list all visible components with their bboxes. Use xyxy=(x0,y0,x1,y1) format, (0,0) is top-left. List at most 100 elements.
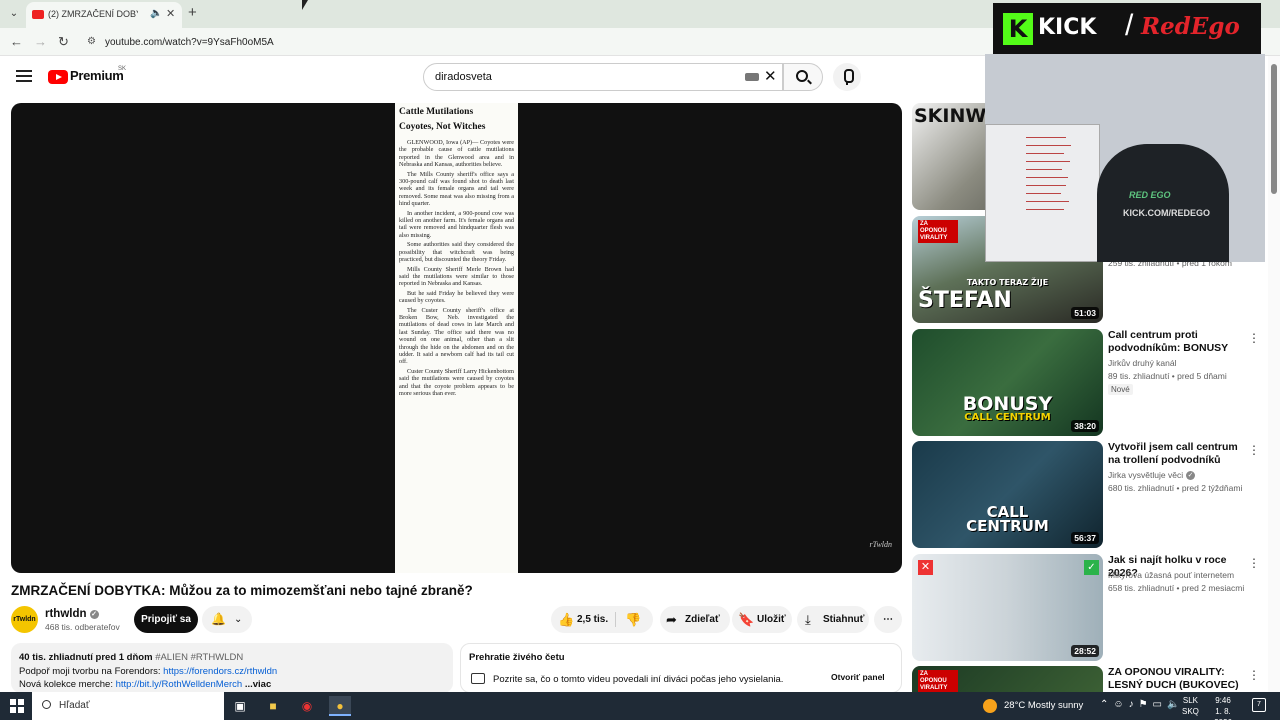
more-actions-button[interactable]: ⋯ xyxy=(874,606,902,633)
duration-badge: 28:52 xyxy=(1071,645,1099,657)
search-value[interactable]: diradosveta xyxy=(435,71,492,83)
more-vert-icon[interactable]: ⋮ xyxy=(1248,556,1260,570)
channel-name[interactable]: rthwldn ✓ xyxy=(45,608,99,620)
verified-icon: ✓ xyxy=(1186,471,1196,480)
side-channel[interactable]: Jirkův druhý kanál xyxy=(1108,358,1177,368)
live-chat-replay: Prehratie živého četu Pozrite sa, čo o t… xyxy=(460,643,902,693)
brand-label[interactable]: Premium xyxy=(70,68,124,83)
forward-arrow-icon[interactable]: → xyxy=(34,34,47,49)
merch-link[interactable]: http://bit.ly/RothWelldenMerch xyxy=(116,679,243,690)
chat-title: Prehratie živého četu xyxy=(469,652,565,663)
thumbs-up-icon[interactable]: 👍 xyxy=(558,606,574,633)
voice-search-button[interactable] xyxy=(833,63,861,91)
forendors-link[interactable]: https://forendors.cz/rthwldn xyxy=(163,666,277,677)
language-indicator[interactable]: SLK SKQ xyxy=(1182,695,1199,717)
search-input[interactable]: diradosveta ✕ xyxy=(423,63,783,91)
sidebar-thumbnail[interactable]: CALL CENTRUM 56:37 xyxy=(912,441,1103,548)
hashtags[interactable]: #ALIEN #RTHWLDN xyxy=(155,652,243,663)
task-view-icon[interactable]: ▣ xyxy=(229,696,251,716)
youtube-logo-icon[interactable] xyxy=(48,70,68,84)
bell-icon: 🔔 xyxy=(211,612,226,626)
clipping-subheadline: Coyotes, Not Witches xyxy=(399,122,486,132)
clipping-paragraph: Mills County Sheriff Merle Brown had sai… xyxy=(399,265,514,288)
description-box[interactable]: 40 tis. zhliadnutí pred 1 dňom #ALIEN #R… xyxy=(11,643,453,693)
taskbar: Hľadať ▣ ■ ◉ ● 28°C Mostly sunny ⌃☺♪⚑▭🔈 … xyxy=(0,692,1280,727)
desc-line-2: Nová kolekce merche: xyxy=(19,679,116,690)
weather-text[interactable]: 28°C Mostly sunny xyxy=(1004,700,1083,711)
chair-logo: RED EGO KICK.COM/REDEGO xyxy=(1119,186,1211,226)
like-count[interactable]: 2,5 tis. xyxy=(577,606,608,633)
duration-badge: 56:37 xyxy=(1071,532,1099,544)
like-dislike-group: 👍 2,5 tis. 👎 xyxy=(551,606,653,633)
site-info-icon[interactable]: ⚙ xyxy=(87,36,96,47)
side-title[interactable]: Call centrum proti podvodníkům: BONUSY xyxy=(1108,329,1243,355)
sidebar-thumbnail[interactable]: BONUSY CALL CENTRUM 38:20 xyxy=(912,329,1103,436)
obs-icon[interactable]: ◉ xyxy=(296,696,318,716)
banner-slash: / xyxy=(1125,9,1134,42)
chat-bubble-icon xyxy=(471,673,485,684)
sidebar-thumbnail[interactable]: ZA OPONOU VIRALITY xyxy=(912,666,1103,692)
duration-badge: 51:03 xyxy=(1071,307,1099,319)
search-button[interactable] xyxy=(783,63,823,91)
url-field[interactable]: youtube.com/watch?v=9YsaFh0oM5A xyxy=(105,37,274,48)
notification-icon[interactable]: 7 xyxy=(1252,698,1266,712)
side-channel[interactable]: Jirka vysvětluje věci ✓ xyxy=(1108,470,1196,480)
system-tray-icons[interactable]: ⌃☺♪⚑▭🔈 xyxy=(1100,699,1184,710)
newspaper-clipping: Cattle Mutilations Coyotes, Not Witches … xyxy=(395,103,518,573)
view-count-date: 40 tis. zhliadnutí pred 1 dňom xyxy=(19,652,153,663)
duration-badge: 38:20 xyxy=(1071,420,1099,432)
notifications-button[interactable]: 🔔 ⌄ xyxy=(202,606,252,633)
taskbar-search-placeholder: Hľadať xyxy=(59,700,90,711)
side-channel[interactable]: Mikýřova úžasná pouť internetem xyxy=(1108,570,1234,580)
close-tab-icon[interactable]: ✕ xyxy=(166,7,175,20)
new-tab-button[interactable]: + xyxy=(188,4,197,21)
clipping-paragraph: In another incident, a 900-pound cow was… xyxy=(399,209,514,239)
kick-wordmark: KICK xyxy=(1038,15,1097,40)
thumb-sub-text: TAKTO TERAZ ŽIJE xyxy=(966,278,1049,287)
more-vert-icon[interactable]: ⋮ xyxy=(1248,443,1260,457)
clear-search-icon[interactable]: ✕ xyxy=(764,67,777,85)
scrollbar-thumb[interactable] xyxy=(1271,64,1277,194)
save-button[interactable]: 🔖 Uložiť xyxy=(732,606,792,633)
taskbar-clock[interactable]: 9:46 1. 8. 2026 xyxy=(1206,695,1240,728)
clock-date: 1. 8. 2026 xyxy=(1214,707,1232,727)
open-panel-button[interactable]: Otvoriť panel xyxy=(831,672,885,682)
download-button[interactable]: ⤓ Stiahnuť xyxy=(797,606,869,633)
search-icon xyxy=(42,700,51,709)
tab-search-chevron-icon[interactable]: ⌄ xyxy=(6,6,22,22)
share-label: Zdieľať xyxy=(685,614,720,625)
video-player[interactable]: Cattle Mutilations Coyotes, Not Witches … xyxy=(11,103,902,573)
menu-icon[interactable] xyxy=(16,70,32,82)
back-arrow-icon[interactable]: ← xyxy=(10,34,23,49)
bookmark-icon: 🔖 xyxy=(738,612,755,627)
reload-icon[interactable]: ↻ xyxy=(58,34,69,50)
player-watermark: rTwldn xyxy=(869,540,892,549)
side-title[interactable]: ZA OPONOU VIRALITY: LESNÝ DUCH (BUKOVEC) xyxy=(1108,666,1243,692)
show-more-link[interactable]: ...viac xyxy=(245,679,271,690)
speaker-icon[interactable]: 🔈 xyxy=(150,8,162,19)
thumbs-down-icon[interactable]: 👎 xyxy=(625,606,641,633)
windows-start-icon[interactable] xyxy=(10,699,24,713)
page-scrollbar[interactable] xyxy=(1268,56,1280,692)
clipping-paragraph: Some authorities said they considered th… xyxy=(399,241,514,264)
search-icon xyxy=(796,70,808,82)
whiteboard xyxy=(985,124,1100,262)
join-button[interactable]: Pripojiť sa xyxy=(134,606,198,633)
more-vert-icon[interactable]: ⋮ xyxy=(1248,331,1260,345)
channel-avatar[interactable]: rTwldn xyxy=(11,606,38,633)
taskbar-search[interactable]: Hľadať xyxy=(32,692,224,720)
sidebar-thumbnail[interactable]: ✕ ✓ 28:52 xyxy=(912,554,1103,661)
channel-name-label[interactable]: rthwldn xyxy=(45,608,87,620)
clock-time: 9:46 xyxy=(1215,696,1231,705)
chair-url: KICK.COM/REDEGO xyxy=(1123,208,1211,218)
mouse-cursor-icon xyxy=(302,0,308,10)
keyboard-icon[interactable] xyxy=(745,73,759,81)
side-channel-label[interactable]: Jirka vysvětluje věci xyxy=(1108,470,1183,480)
chrome-icon[interactable]: ● xyxy=(329,696,351,716)
browser-tab[interactable]: (2) ZMRZAČENÍ DOBYTKA: 🔈 ✕ xyxy=(26,2,182,28)
share-button[interactable]: ➦ Zdieľať xyxy=(660,606,730,633)
file-explorer-icon[interactable]: ■ xyxy=(262,696,284,716)
streamer-name: RedEgo xyxy=(1141,13,1240,40)
side-title[interactable]: Vytvořil jsem call centrum na trollení p… xyxy=(1108,441,1243,467)
more-vert-icon[interactable]: ⋮ xyxy=(1248,668,1260,682)
